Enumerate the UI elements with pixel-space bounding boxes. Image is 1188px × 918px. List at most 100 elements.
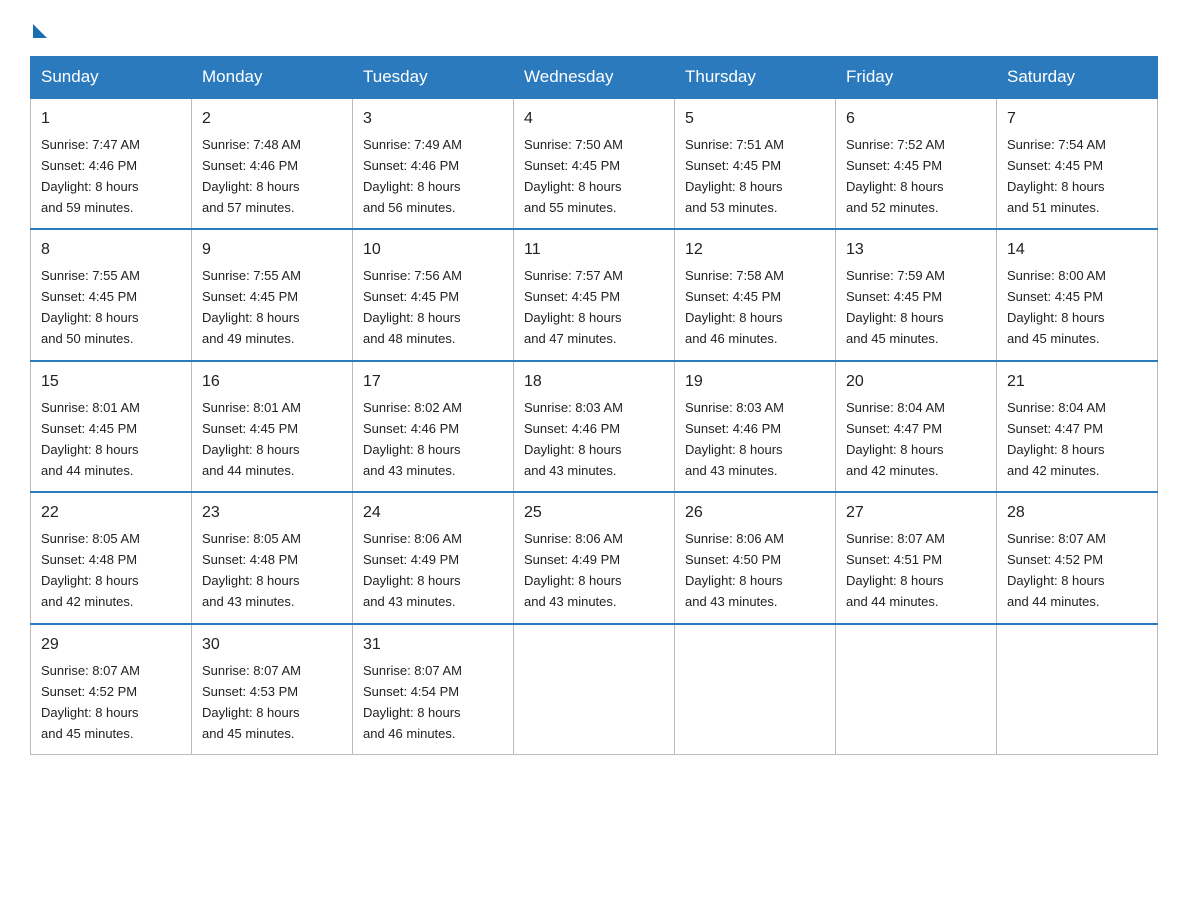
logo-triangle-icon	[33, 24, 47, 38]
calendar-cell: 22Sunrise: 8:05 AMSunset: 4:48 PMDayligh…	[31, 492, 192, 623]
calendar-cell: 27 Sunrise: 8:07 AMSunset: 4:51 PMDayligh…	[836, 492, 997, 623]
calendar-cell: 29 Sunrise: 8:07 AMSunset: 4:52 PMDayligh…	[31, 624, 192, 755]
day-info: Sunrise: 7:51 AMSunset: 4:45 PMDaylight:…	[685, 137, 784, 215]
day-number: 21	[1007, 370, 1147, 395]
day-number: 7	[1007, 107, 1147, 132]
day-number: 10	[363, 238, 503, 263]
day-number: 14	[1007, 238, 1147, 263]
day-number: 30	[202, 633, 342, 658]
calendar-cell: 23 Sunrise: 8:05 AMSunset: 4:48 PMDayligh…	[192, 492, 353, 623]
day-info: Sunrise: 7:49 AMSunset: 4:46 PMDaylight:…	[363, 137, 462, 215]
day-number: 28	[1007, 501, 1147, 526]
calendar-cell: 13Sunrise: 7:59 AMSunset: 4:45 PMDayligh…	[836, 229, 997, 360]
day-info: Sunrise: 8:06 AMSunset: 4:49 PMDaylight:…	[524, 531, 623, 609]
day-number: 15	[41, 370, 181, 395]
calendar-cell: 28 Sunrise: 8:07 AMSunset: 4:52 PMDayligh…	[997, 492, 1158, 623]
calendar-cell: 12Sunrise: 7:58 AMSunset: 4:45 PMDayligh…	[675, 229, 836, 360]
day-number: 17	[363, 370, 503, 395]
day-number: 20	[846, 370, 986, 395]
day-number: 4	[524, 107, 664, 132]
day-number: 22	[41, 501, 181, 526]
day-info: Sunrise: 8:02 AMSunset: 4:46 PMDaylight:…	[363, 400, 462, 478]
calendar-cell: 31 Sunrise: 8:07 AMSunset: 4:54 PMDayligh…	[353, 624, 514, 755]
day-info: Sunrise: 8:01 AMSunset: 4:45 PMDaylight:…	[41, 400, 140, 478]
header-sunday: Sunday	[31, 57, 192, 99]
day-info: Sunrise: 8:01 AMSunset: 4:45 PMDaylight:…	[202, 400, 301, 478]
day-number: 2	[202, 107, 342, 132]
calendar-cell: 8 Sunrise: 7:55 AMSunset: 4:45 PMDaylight…	[31, 229, 192, 360]
calendar-cell: 11Sunrise: 7:57 AMSunset: 4:45 PMDayligh…	[514, 229, 675, 360]
calendar-body: 1 Sunrise: 7:47 AMSunset: 4:46 PMDaylight…	[31, 98, 1158, 755]
day-info: Sunrise: 7:57 AMSunset: 4:45 PMDaylight:…	[524, 268, 623, 346]
day-number: 19	[685, 370, 825, 395]
day-info: Sunrise: 8:07 AMSunset: 4:54 PMDaylight:…	[363, 663, 462, 741]
header-tuesday: Tuesday	[353, 57, 514, 99]
calendar-cell: 10 Sunrise: 7:56 AMSunset: 4:45 PMDayligh…	[353, 229, 514, 360]
day-number: 16	[202, 370, 342, 395]
day-info: Sunrise: 8:06 AMSunset: 4:49 PMDaylight:…	[363, 531, 462, 609]
header-thursday: Thursday	[675, 57, 836, 99]
day-number: 13	[846, 238, 986, 263]
day-info: Sunrise: 7:54 AMSunset: 4:45 PMDaylight:…	[1007, 137, 1106, 215]
calendar-cell: 15 Sunrise: 8:01 AMSunset: 4:45 PMDayligh…	[31, 361, 192, 492]
day-number: 9	[202, 238, 342, 263]
day-info: Sunrise: 7:52 AMSunset: 4:45 PMDaylight:…	[846, 137, 945, 215]
calendar-cell: 9 Sunrise: 7:55 AMSunset: 4:45 PMDaylight…	[192, 229, 353, 360]
calendar-cell: 30Sunrise: 8:07 AMSunset: 4:53 PMDayligh…	[192, 624, 353, 755]
day-number: 23	[202, 501, 342, 526]
calendar-cell: 18 Sunrise: 8:03 AMSunset: 4:46 PMDayligh…	[514, 361, 675, 492]
header-friday: Friday	[836, 57, 997, 99]
day-number: 31	[363, 633, 503, 658]
calendar-cell: 26Sunrise: 8:06 AMSunset: 4:50 PMDayligh…	[675, 492, 836, 623]
week-row-3: 15 Sunrise: 8:01 AMSunset: 4:45 PMDayligh…	[31, 361, 1158, 492]
calendar-cell: 19 Sunrise: 8:03 AMSunset: 4:46 PMDayligh…	[675, 361, 836, 492]
day-number: 5	[685, 107, 825, 132]
header-row: SundayMondayTuesdayWednesdayThursdayFrid…	[31, 57, 1158, 99]
day-info: Sunrise: 8:03 AMSunset: 4:46 PMDaylight:…	[524, 400, 623, 478]
day-info: Sunrise: 7:55 AMSunset: 4:45 PMDaylight:…	[202, 268, 301, 346]
day-info: Sunrise: 8:04 AMSunset: 4:47 PMDaylight:…	[1007, 400, 1106, 478]
calendar-cell: 24Sunrise: 8:06 AMSunset: 4:49 PMDayligh…	[353, 492, 514, 623]
day-info: Sunrise: 8:05 AMSunset: 4:48 PMDaylight:…	[202, 531, 301, 609]
calendar-cell: 5 Sunrise: 7:51 AMSunset: 4:45 PMDaylight…	[675, 98, 836, 229]
day-info: Sunrise: 7:55 AMSunset: 4:45 PMDaylight:…	[41, 268, 140, 346]
day-info: Sunrise: 7:58 AMSunset: 4:45 PMDaylight:…	[685, 268, 784, 346]
calendar-cell	[997, 624, 1158, 755]
day-number: 8	[41, 238, 181, 263]
day-info: Sunrise: 7:56 AMSunset: 4:45 PMDaylight:…	[363, 268, 462, 346]
day-info: Sunrise: 7:47 AMSunset: 4:46 PMDaylight:…	[41, 137, 140, 215]
day-info: Sunrise: 8:03 AMSunset: 4:46 PMDaylight:…	[685, 400, 784, 478]
day-number: 25	[524, 501, 664, 526]
week-row-4: 22 Sunrise: 8:05 AMSunset: 4:48 PMDayligh…	[31, 492, 1158, 623]
day-info: Sunrise: 8:07 AMSunset: 4:51 PMDaylight:…	[846, 531, 945, 609]
week-row-2: 8 Sunrise: 7:55 AMSunset: 4:45 PMDaylight…	[31, 229, 1158, 360]
calendar-cell: 17 Sunrise: 8:02 AMSunset: 4:46 PMDayligh…	[353, 361, 514, 492]
calendar-header: SundayMondayTuesdayWednesdayThursdayFrid…	[31, 57, 1158, 99]
day-info: Sunrise: 8:06 AMSunset: 4:50 PMDaylight:…	[685, 531, 784, 609]
day-info: Sunrise: 8:07 AMSunset: 4:52 PMDaylight:…	[1007, 531, 1106, 609]
calendar-cell: 7 Sunrise: 7:54 AMSunset: 4:45 PMDaylight…	[997, 98, 1158, 229]
week-row-5: 29 Sunrise: 8:07 AMSunset: 4:52 PMDayligh…	[31, 624, 1158, 755]
calendar-cell: 2 Sunrise: 7:48 AMSunset: 4:46 PMDaylight…	[192, 98, 353, 229]
calendar-cell: 25 Sunrise: 8:06 AMSunset: 4:49 PMDayligh…	[514, 492, 675, 623]
day-info: Sunrise: 7:50 AMSunset: 4:45 PMDaylight:…	[524, 137, 623, 215]
day-info: Sunrise: 7:48 AMSunset: 4:46 PMDaylight:…	[202, 137, 301, 215]
day-info: Sunrise: 8:00 AMSunset: 4:45 PMDaylight:…	[1007, 268, 1106, 346]
calendar-cell: 4 Sunrise: 7:50 AMSunset: 4:45 PMDaylight…	[514, 98, 675, 229]
day-number: 18	[524, 370, 664, 395]
day-number: 1	[41, 107, 181, 132]
day-number: 3	[363, 107, 503, 132]
logo	[30, 20, 47, 38]
day-number: 29	[41, 633, 181, 658]
day-number: 27	[846, 501, 986, 526]
calendar-cell: 1 Sunrise: 7:47 AMSunset: 4:46 PMDaylight…	[31, 98, 192, 229]
day-info: Sunrise: 8:07 AMSunset: 4:52 PMDaylight:…	[41, 663, 140, 741]
calendar-cell: 3 Sunrise: 7:49 AMSunset: 4:46 PMDaylight…	[353, 98, 514, 229]
calendar-cell: 21 Sunrise: 8:04 AMSunset: 4:47 PMDayligh…	[997, 361, 1158, 492]
header-monday: Monday	[192, 57, 353, 99]
day-number: 6	[846, 107, 986, 132]
calendar-cell: 20Sunrise: 8:04 AMSunset: 4:47 PMDayligh…	[836, 361, 997, 492]
calendar-cell	[675, 624, 836, 755]
calendar-cell	[836, 624, 997, 755]
page-header	[30, 20, 1158, 38]
